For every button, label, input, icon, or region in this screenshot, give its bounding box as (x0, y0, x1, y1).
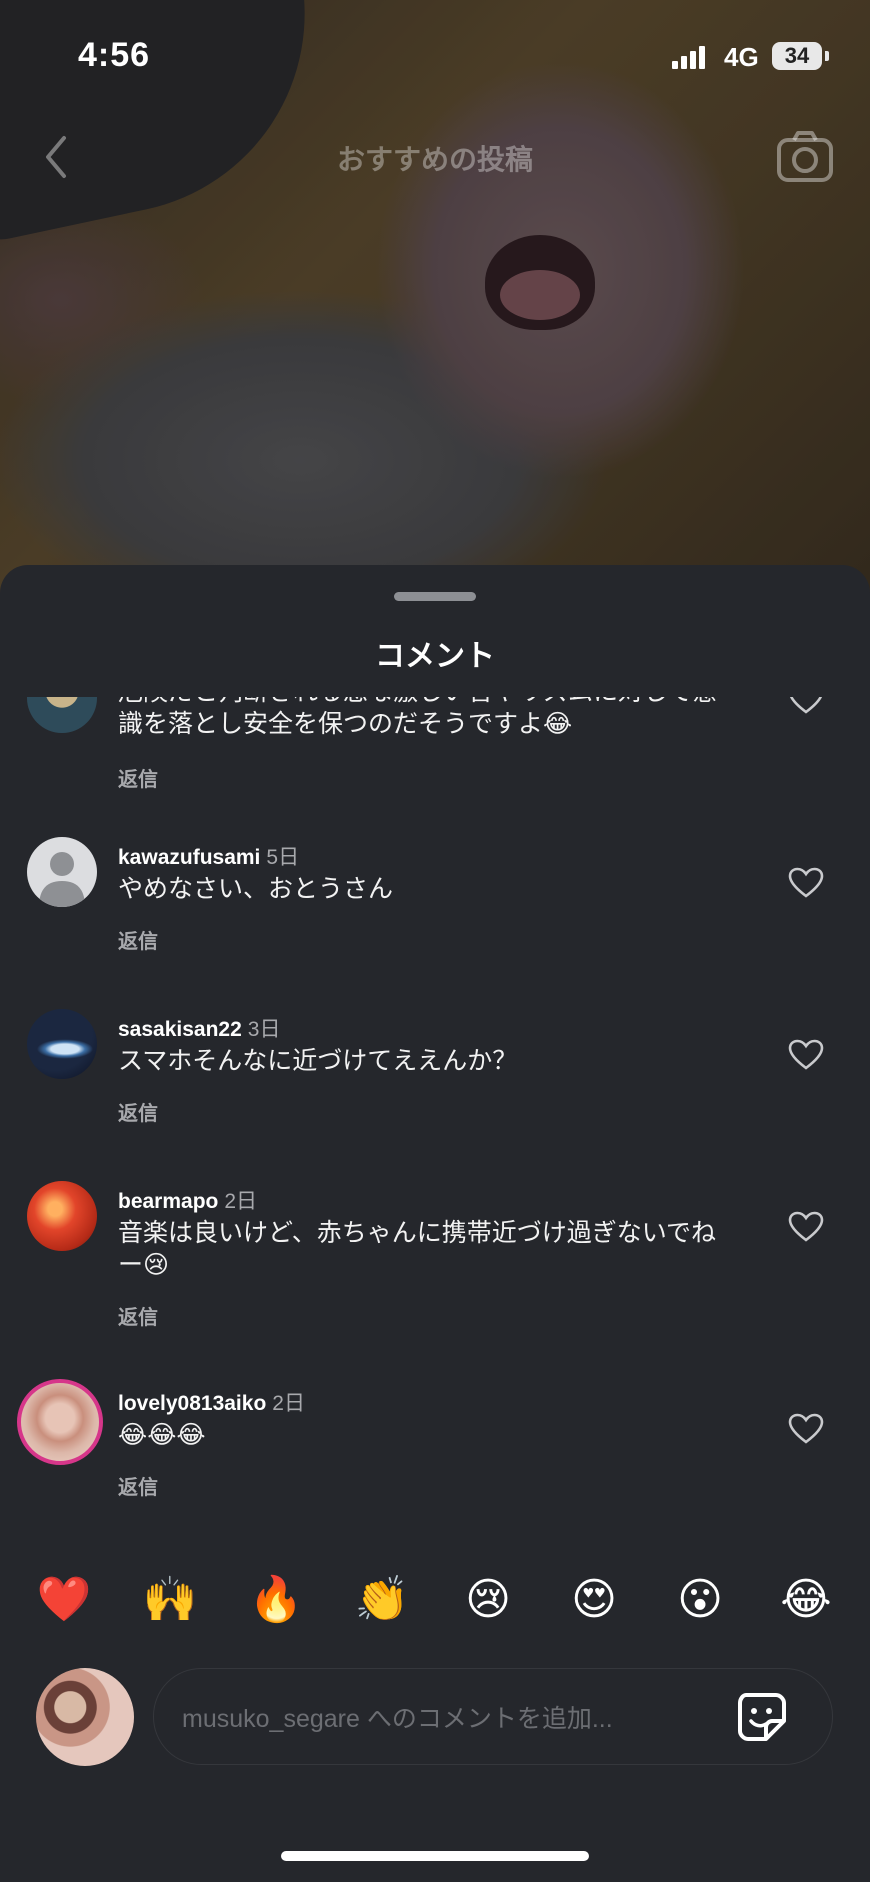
reaction-laughing[interactable]: 😂 (771, 1570, 841, 1630)
comment-list[interactable]: 危険だと判断される急な激しい音やリズムに対して意識を落とし安全を保つのだそうです… (0, 697, 870, 1502)
comment-composer: musuko_segare へのコメントを追加... (0, 1665, 870, 1775)
comment-author: sasakisan22 3日 (118, 1013, 280, 1043)
comment-sheet: コメント 危険だと判断される急な激しい音やリズムに対して意識を落とし安全を保つの… (0, 565, 870, 1882)
username[interactable]: bearmapo (118, 1190, 218, 1213)
comment-text: 音楽は良いけど、赤ちゃんに携帯近づけ過ぎないでねー😢 (118, 1219, 717, 1279)
username[interactable]: sasakisan22 (118, 1018, 242, 1041)
heart-icon[interactable] (788, 697, 824, 715)
heart-icon[interactable] (788, 867, 824, 899)
comment-age: 2日 (272, 1392, 305, 1415)
quick-reaction-bar: ❤️ 🙌 🔥 👏 😢 😍 😮 😂 (0, 1570, 870, 1640)
battery-icon: 34 (772, 42, 822, 70)
comment-text: スマホそんなに近づけてええんか？ (118, 1047, 518, 1075)
reply-button[interactable]: 返信 (118, 925, 158, 954)
comment-author: lovely0813aiko 2日 (118, 1387, 305, 1417)
avatar[interactable] (27, 1009, 97, 1079)
sheet-drag-handle[interactable] (394, 592, 476, 601)
network-type: 4G (724, 42, 759, 72)
battery-tip (825, 51, 829, 61)
reply-button[interactable]: 返信 (118, 763, 158, 792)
reaction-cry[interactable]: 😢 (453, 1570, 523, 1630)
comment-input[interactable]: musuko_segare へのコメントを追加... (153, 1668, 833, 1765)
top-nav: おすすめの投稿 (0, 130, 870, 190)
reply-button[interactable]: 返信 (118, 1301, 158, 1330)
comment-age: 2日 (224, 1190, 258, 1213)
reply-button[interactable]: 返信 (118, 1097, 158, 1126)
comment-text: やめなさい、おとうさん (118, 875, 394, 903)
reaction-heart-eyes[interactable]: 😍 (559, 1570, 629, 1630)
video-preview[interactable] (0, 0, 870, 600)
username[interactable]: kawazufusami (118, 846, 260, 869)
reaction-surprised[interactable]: 😮 (665, 1570, 735, 1630)
comment-author: bearmapo 2日 (118, 1185, 257, 1215)
comment-input-placeholder: musuko_segare へのコメントを追加... (182, 1705, 613, 1733)
heart-icon[interactable] (788, 1039, 824, 1071)
avatar[interactable] (27, 837, 97, 907)
reaction-heart[interactable]: ❤️ (29, 1570, 99, 1630)
current-user-avatar[interactable] (36, 1668, 134, 1766)
reply-button[interactable]: 返信 (118, 1471, 158, 1500)
heart-icon[interactable] (788, 1211, 824, 1243)
reaction-clap[interactable]: 👏 (347, 1570, 417, 1630)
comment-age: 5日 (266, 846, 300, 869)
avatar[interactable] (27, 1181, 97, 1251)
reaction-fire[interactable]: 🔥 (241, 1570, 311, 1630)
comment-author: kawazufusami 5日 (118, 841, 299, 871)
page-title: おすすめの投稿 (336, 144, 533, 175)
sheet-title: コメント (375, 640, 495, 673)
reaction-raised-hands[interactable]: 🙌 (135, 1570, 205, 1630)
avatar[interactable] (27, 697, 97, 733)
camera-icon[interactable] (776, 130, 834, 184)
status-bar: 4:56 4G 34 (0, 32, 870, 82)
video-dim-overlay (0, 0, 870, 600)
comment-text: 危険だと判断される急な激しい音やリズムに対して意識を落とし安全を保つのだそうです… (118, 697, 717, 738)
comment-text: 😂😂😂 (118, 1421, 206, 1449)
status-time: 4:56 (78, 36, 151, 74)
avatar[interactable] (17, 1379, 103, 1465)
sticker-icon[interactable] (736, 1691, 788, 1743)
heart-icon[interactable] (788, 1413, 824, 1445)
home-indicator[interactable] (281, 1851, 589, 1861)
signal-icon (672, 46, 708, 69)
comment-age: 3日 (247, 1018, 281, 1041)
username[interactable]: lovely0813aiko (118, 1392, 266, 1415)
